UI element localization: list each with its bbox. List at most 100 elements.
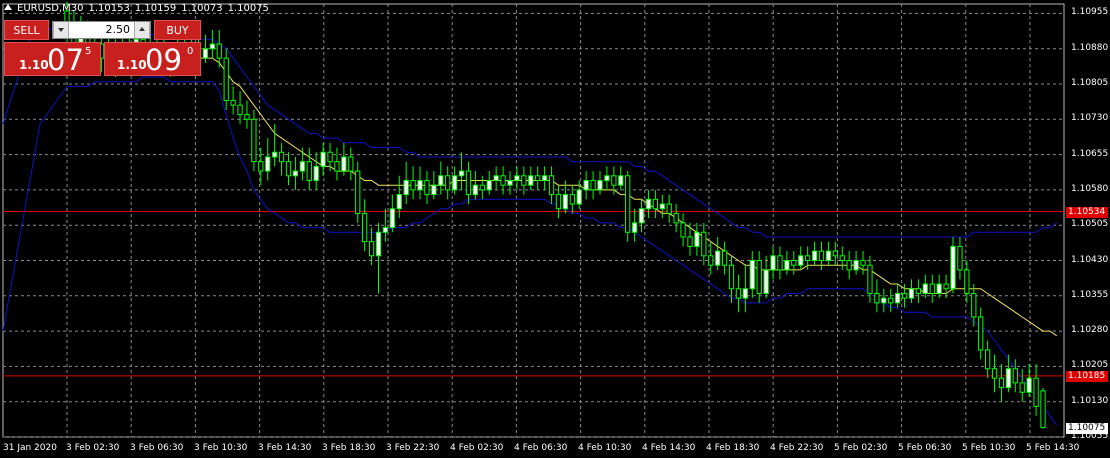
volume-input[interactable]: 2.50	[71, 22, 132, 38]
chart-window: EURUSD,M30 1.10153 1.10159 1.10073 1.10075 S…	[0, 0, 1110, 458]
sell-quote-button[interactable]: 1.10 07 5	[4, 42, 101, 77]
bear-candle	[991, 368, 998, 379]
bear-candle	[348, 156, 354, 172]
price-tick-label: 1.10955	[1071, 7, 1109, 18]
bull-candle	[341, 156, 347, 172]
bull-candle	[881, 297, 887, 304]
bear-candle	[500, 175, 506, 186]
bull-candle	[763, 269, 769, 294]
bull-candle	[638, 208, 645, 224]
bear-candle	[590, 179, 596, 191]
bear-candle	[888, 297, 894, 304]
bear-candle	[805, 255, 811, 262]
bull-candle	[715, 250, 721, 266]
bear-candle	[445, 175, 451, 191]
price-tick-label: 1.10805	[1071, 78, 1109, 88]
bear-candle	[244, 114, 250, 120]
volume-decrease-button[interactable]	[53, 22, 69, 38]
bull-candle	[514, 175, 520, 181]
price-tick-label: 1.10880	[1071, 42, 1109, 53]
buy-button[interactable]: BUY	[154, 20, 201, 40]
time-tick-label: 5 Feb 06:30	[898, 443, 952, 453]
bull-candle	[1026, 377, 1032, 393]
bear-candle	[251, 118, 257, 163]
bull-candle	[320, 151, 326, 167]
bear-candle	[1012, 368, 1018, 384]
bull-candle	[299, 161, 305, 172]
price-tick-label: 1.10655	[1071, 148, 1109, 159]
bear-candle	[964, 269, 970, 294]
bull-candle	[292, 170, 299, 177]
bull-candle	[541, 175, 548, 181]
bear-candle	[625, 175, 631, 233]
bear-candle	[306, 161, 312, 181]
collapse-triangle-icon[interactable]	[4, 4, 12, 10]
bull-candle	[825, 250, 832, 262]
price-tick-label: 1.10205	[1071, 360, 1109, 371]
price-tick-label: 1.10430	[1071, 254, 1109, 265]
bollinger-lower-band	[67, 76, 1058, 426]
bull-candle	[493, 175, 499, 181]
volume-increase-button[interactable]	[134, 22, 150, 38]
buy-quote-pips: 09	[145, 43, 182, 77]
bear-candle	[832, 250, 838, 257]
bull-candle	[562, 194, 569, 210]
bull-candle	[431, 184, 437, 196]
volume-stepper: 2.50	[52, 21, 151, 39]
time-tick-label: 5 Feb 10:30	[962, 443, 1016, 453]
sell-quote-pips: 07	[47, 43, 84, 77]
bull-candle	[452, 175, 458, 191]
bear-candle	[943, 283, 949, 290]
bear-candle	[237, 104, 243, 116]
bear-candle	[728, 264, 735, 290]
level-line-label: 1.10534	[1066, 206, 1108, 218]
time-tick-label: 3 Feb 06:30	[130, 443, 184, 453]
bear-candle	[355, 170, 361, 214]
bear-candle	[569, 194, 575, 205]
sell-button[interactable]: SELL	[4, 20, 49, 40]
time-tick-label: 3 Feb 10:30	[194, 443, 248, 453]
bear-candle	[410, 179, 416, 191]
price-tick-label: 1.10730	[1071, 113, 1109, 124]
price-tick-label: 1.10580	[1071, 183, 1109, 194]
bull-candle	[853, 260, 859, 271]
bear-candle	[424, 179, 430, 196]
bull-candle	[389, 208, 395, 229]
bear-candle	[978, 316, 984, 351]
bear-candle	[777, 255, 783, 271]
bear-candle	[555, 194, 562, 210]
time-tick-label: 5 Feb 02:30	[834, 443, 888, 453]
bear-candle	[535, 175, 541, 181]
time-tick-label: 31 Jan 2020	[3, 443, 57, 453]
bollinger-lower-band-lead	[2, 86, 68, 332]
bull-candle	[749, 260, 755, 290]
buy-quote-point: 0	[187, 46, 194, 57]
bear-candle	[846, 260, 852, 271]
bear-candle	[984, 349, 991, 370]
bear-candle	[278, 151, 285, 163]
bull-candle	[811, 250, 818, 262]
bear-candle	[721, 250, 728, 266]
bull-candle	[265, 156, 271, 172]
bear-candle	[901, 292, 908, 299]
bear-candle	[708, 255, 714, 266]
bull-candle	[798, 255, 804, 266]
bear-candle	[818, 250, 825, 262]
bear-candle	[479, 184, 485, 191]
bear-candle	[258, 161, 264, 172]
bull-candle	[528, 175, 534, 186]
bear-candle	[860, 260, 866, 266]
buy-quote-button[interactable]: 1.10 09 0	[104, 42, 201, 77]
bull-candle	[438, 175, 444, 186]
bull-candle	[895, 292, 901, 304]
bull-candle	[694, 231, 700, 247]
close-value: 1.10075	[227, 3, 269, 14]
bear-candle	[673, 212, 679, 224]
bull-candle	[631, 222, 638, 233]
bear-candle	[368, 241, 375, 257]
bear-candle	[327, 151, 333, 163]
bear-candle	[362, 212, 368, 243]
open-value: 1.10153	[88, 3, 130, 14]
price-tick-label: 1.10280	[1071, 325, 1109, 336]
bull-candle	[576, 189, 582, 205]
